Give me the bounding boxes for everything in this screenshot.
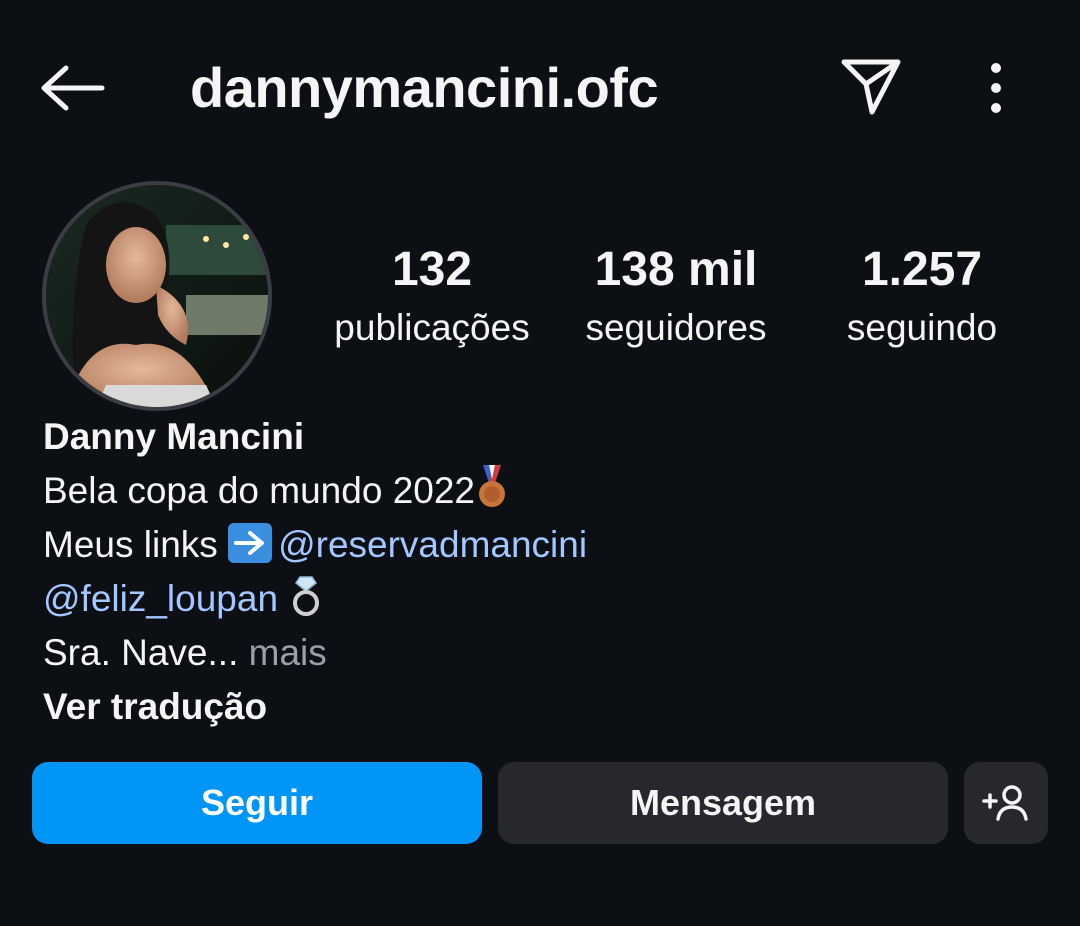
suggested-accounts-button[interactable] xyxy=(964,762,1048,844)
bio-line-1-text: Bela copa do mundo 2022 xyxy=(43,470,476,511)
message-button-label: Mensagem xyxy=(629,782,817,823)
stat-posts[interactable]: 132 publicações xyxy=(320,240,544,352)
follow-button[interactable]: Seguir xyxy=(32,762,482,844)
bio-line-4-text: Sra. Nave... xyxy=(43,632,239,673)
bio-line-3: @feliz_loupan xyxy=(43,572,1033,626)
more-vertical-icon xyxy=(991,63,1001,113)
bio-line-4: Sra. Nave... mais xyxy=(43,626,1033,680)
following-label: seguindo xyxy=(846,307,998,348)
back-button[interactable] xyxy=(36,62,108,114)
mention-feliz-loupan[interactable]: @feliz_loupan xyxy=(43,578,278,619)
share-button[interactable] xyxy=(838,54,904,120)
ring-icon xyxy=(293,576,320,616)
see-translation-link[interactable]: Ver tradução xyxy=(43,680,1033,734)
paper-plane-icon xyxy=(841,59,901,115)
top-bar: dannymancini.ofc xyxy=(0,40,1080,136)
more-options-button[interactable] xyxy=(968,60,1024,116)
posts-label: publicações xyxy=(334,307,530,348)
stat-followers[interactable]: 138 mil seguidores xyxy=(570,240,782,352)
message-button[interactable]: Mensagem xyxy=(498,762,948,844)
display-name: Danny Mancini xyxy=(43,416,305,457)
medal-icon xyxy=(479,465,506,507)
mention-reservadmancini[interactable]: @reservadmancini xyxy=(278,524,587,565)
arrow-right-emoji-icon xyxy=(228,523,273,563)
bio-line-2: Meus links @reservadmancini xyxy=(43,518,1033,572)
posts-count: 132 xyxy=(391,243,473,296)
profile-screen: dannymancini.ofc 132 publicações 138 mil… xyxy=(0,0,1080,926)
followers-count: 138 mil xyxy=(594,243,758,296)
followers-label: seguidores xyxy=(585,307,767,348)
add-person-icon xyxy=(982,785,1028,821)
bio-line-1: Bela copa do mundo 2022 xyxy=(43,464,1033,518)
follow-button-label: Seguir xyxy=(200,782,314,823)
bio-more-link[interactable]: mais xyxy=(249,632,327,673)
profile-username: dannymancini.ofc xyxy=(190,56,659,119)
stat-following[interactable]: 1.257 seguindo xyxy=(822,240,1022,352)
profile-bio: Danny Mancini Bela copa do mundo 2022 Me… xyxy=(43,410,1033,734)
following-count: 1.257 xyxy=(861,243,983,296)
bio-line-2-text: Meus links xyxy=(43,524,218,565)
profile-avatar[interactable] xyxy=(42,181,272,411)
arrow-left-icon xyxy=(41,65,105,111)
avatar-photo xyxy=(46,185,268,407)
